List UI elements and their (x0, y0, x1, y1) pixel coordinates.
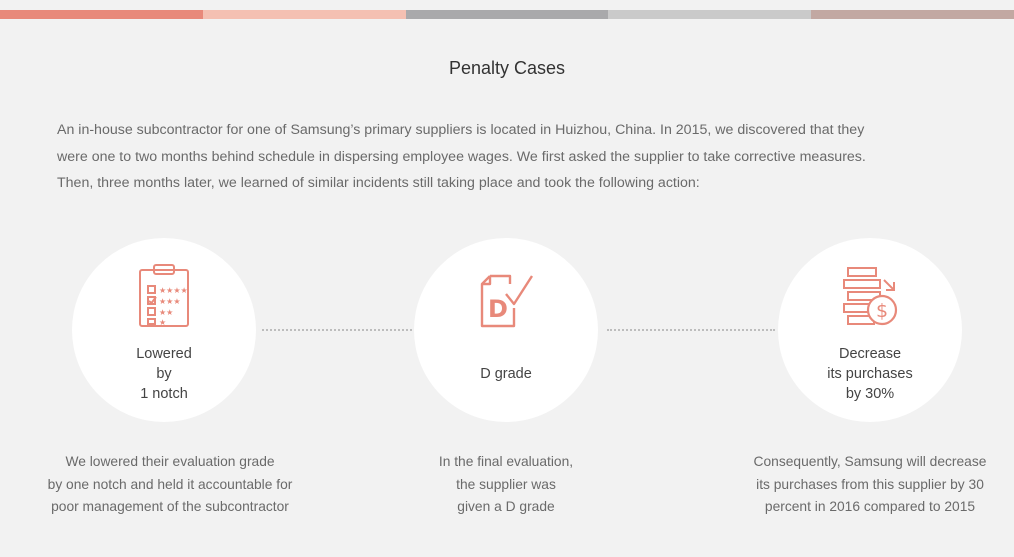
step-label: Decrease its purchases by 30% (778, 344, 962, 404)
description-line: the supplier was (456, 476, 556, 492)
decreasing-purchases-icon: $ (843, 267, 898, 326)
description-line: poor management of the subcontractor (51, 499, 289, 514)
step-circle-d-grade: D D grade (414, 238, 598, 422)
svg-text:★★★★: ★★★★ (159, 286, 188, 295)
color-bar-segment-3 (405, 10, 609, 19)
step-label-line: D grade (480, 366, 532, 382)
svg-text:★: ★ (159, 318, 166, 327)
step-label: Lowered by 1 notch (72, 344, 256, 404)
step-circle-decrease: $ Decrease its purchases by 30% (778, 238, 962, 422)
color-bar-segment-5 (811, 10, 1014, 19)
step-label-line: Decrease (838, 346, 902, 362)
color-bar-segment-1 (0, 10, 203, 19)
svg-text:★★: ★★ (159, 308, 173, 317)
intro-line: Then, three months later, we learned of … (57, 175, 700, 191)
color-bar-segment-2 (202, 10, 406, 19)
checklist-icon: ★★★★ ★★★ ★★ ★ (139, 264, 189, 327)
step-label-line: by (156, 366, 172, 382)
step-description: Consequently, Samsung will decrease its … (720, 451, 1014, 519)
step-circle-lowered: ★★★★ ★★★ ★★ ★ Lowered by 1 notch (72, 238, 256, 422)
description-line: by one notch and held it accountable for (47, 476, 293, 492)
step-description: We lowered their evaluation grade by one… (20, 451, 320, 519)
step-label: D grade (414, 364, 598, 384)
connector-dots (262, 329, 412, 331)
description-line: given a D grade (457, 499, 555, 514)
page-title: Penalty Cases (448, 58, 566, 78)
connector-dots (607, 329, 775, 331)
step-label-line: Lowered (136, 346, 192, 362)
description-line: Consequently, Samsung will decrease (753, 454, 987, 469)
d-grade-letter: D (488, 295, 508, 323)
step-label-line: its purchases (827, 366, 913, 382)
intro-line: were one to two months behind schedule i… (57, 148, 866, 165)
svg-text:★★★: ★★★ (159, 297, 181, 306)
color-bar-segment-4 (608, 10, 812, 19)
description-line: percent in 2016 compared to 2015 (764, 499, 976, 514)
intro-line: An in-house subcontractor for one of Sam… (57, 122, 865, 138)
svg-text:$: $ (876, 300, 888, 322)
step-description: In the final evaluation, the supplier wa… (356, 451, 656, 519)
step-label-line: by 30% (845, 386, 895, 402)
step-label-line: 1 notch (140, 386, 188, 402)
d-grade-document-icon: D (480, 274, 534, 328)
description-line: In the final evaluation, (438, 454, 574, 469)
description-line: its purchases from this supplier by 30 (756, 476, 984, 492)
top-color-bar (0, 10, 1014, 19)
intro-paragraph: An in-house subcontractor for one of Sam… (57, 117, 987, 197)
description-line: We lowered their evaluation grade (65, 454, 275, 469)
